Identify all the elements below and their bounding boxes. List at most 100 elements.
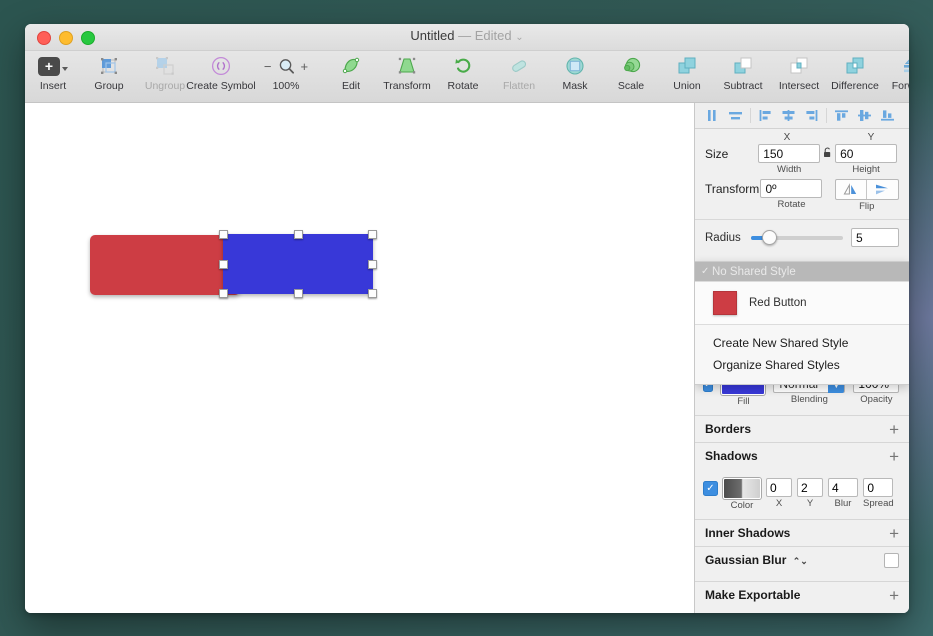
title-bar: Untitled — Edited ⌄	[25, 24, 909, 51]
inner-shadows-label: Inner Shadows	[705, 526, 791, 540]
flip-vertical-icon[interactable]	[867, 180, 898, 199]
radius-input[interactable]	[851, 228, 899, 247]
height-input[interactable]	[835, 144, 898, 163]
menu-item-create-new-shared-style[interactable]: Create New Shared Style	[695, 332, 909, 354]
main-toolbar: + Insert Group Ungroup Create Symbol − +…	[25, 51, 909, 103]
toolbar-item-insert[interactable]: + Insert	[25, 54, 81, 92]
toolbar-item-union[interactable]: Union	[659, 54, 715, 92]
toolbar-label-forward: Forward	[891, 80, 909, 92]
blending-label: Blending	[790, 394, 828, 405]
shadow-blur-input[interactable]	[828, 478, 858, 497]
toolbar-item-transform[interactable]: Transform	[379, 54, 435, 92]
shadow-y-input[interactable]	[797, 478, 823, 497]
canvas-area[interactable]	[25, 103, 694, 613]
align-center-h-button[interactable]	[724, 105, 747, 126]
borders-section-header[interactable]: Borders +	[695, 415, 909, 442]
radius-slider[interactable]	[751, 229, 843, 247]
edited-status: Edited	[474, 28, 512, 43]
toolbar-item-forward[interactable]: Forward	[883, 54, 909, 92]
toolbar-item-ungroup[interactable]: Ungroup	[137, 54, 193, 92]
align-top-button[interactable]	[830, 105, 853, 126]
shadow-spread-input[interactable]	[863, 478, 894, 497]
shared-style-selected-item[interactable]: ✓ No Shared Style	[695, 262, 909, 281]
radius-slider-knob[interactable]	[762, 230, 778, 245]
handle-bottom-left[interactable]	[219, 289, 228, 298]
divider	[695, 219, 909, 220]
toolbar-item-rotate[interactable]: Rotate	[435, 54, 491, 92]
flatten-icon	[507, 54, 531, 78]
gaussian-blur-label: Gaussian Blur	[705, 553, 787, 567]
handle-bottom-right[interactable]	[368, 289, 377, 298]
shadow-color-well[interactable]	[723, 478, 761, 499]
height-label: Height	[852, 164, 880, 175]
toolbar-divider	[750, 108, 751, 123]
shadows-section-header[interactable]: Shadows +	[695, 442, 909, 469]
distribute-center-button[interactable]	[777, 105, 800, 126]
title-chevron-down-icon[interactable]: ⌄	[515, 32, 523, 43]
magnifier-icon: − +	[264, 54, 308, 78]
toolbar-item-flatten[interactable]: Flatten	[491, 54, 547, 92]
fill-label: Fill	[737, 396, 750, 407]
add-border-button[interactable]: +	[889, 421, 899, 438]
mask-icon	[563, 54, 587, 78]
symbol-icon	[209, 54, 233, 78]
size-label: Size	[705, 147, 729, 161]
rotate-icon	[451, 54, 475, 78]
handle-top-center[interactable]	[294, 230, 303, 239]
toolbar-item-edit[interactable]: Edit	[323, 54, 379, 92]
shadow-x-input[interactable]	[766, 478, 792, 497]
align-bottom-button[interactable]	[876, 105, 899, 126]
proportion-lock-icon[interactable]	[822, 144, 833, 158]
shared-style-item-red-button[interactable]: Red Button	[695, 282, 909, 324]
handle-top-right[interactable]	[368, 230, 377, 239]
align-middle-button[interactable]	[853, 105, 876, 126]
toolbar-item-intersect[interactable]: Intersect	[771, 54, 827, 92]
zoom-in-button[interactable]: +	[301, 59, 309, 74]
toolbar-label-rotate: Rotate	[447, 80, 479, 92]
shadow-enabled-checkbox[interactable]: ✓	[703, 481, 718, 496]
make-exportable-section-header[interactable]: Make Exportable +	[695, 581, 909, 608]
shadow-y-label: Y	[806, 498, 814, 509]
handle-top-left[interactable]	[219, 230, 228, 239]
toolbar-label-subtract: Subtract	[723, 80, 763, 92]
zoom-out-button[interactable]: −	[264, 59, 272, 74]
distribute-left-button[interactable]	[754, 105, 777, 126]
title-dash: —	[458, 28, 472, 43]
toolbar-label-flatten: Flatten	[502, 80, 536, 92]
blur-type-chevron-icon[interactable]: ⌃⌄	[793, 556, 808, 566]
gaussian-blur-section-header[interactable]: Gaussian Blur ⌃⌄	[695, 546, 909, 573]
add-inner-shadow-button[interactable]: +	[889, 525, 899, 542]
shared-style-dropdown: ✓ No Shared Style Red Button Create New …	[695, 261, 909, 385]
toolbar-item-mask[interactable]: Mask	[547, 54, 603, 92]
rotate-input[interactable]	[760, 179, 823, 198]
toolbar-item-create-symbol[interactable]: Create Symbol	[186, 54, 256, 92]
toolbar-item-zoom[interactable]: − + 100%	[249, 54, 323, 93]
flip-horizontal-icon[interactable]	[836, 180, 867, 199]
align-left-button[interactable]	[701, 105, 724, 126]
add-export-button[interactable]: +	[889, 587, 899, 604]
inner-shadows-section-header[interactable]: Inner Shadows +	[695, 519, 909, 546]
red-rectangle[interactable]	[90, 235, 240, 295]
forward-icon	[899, 54, 909, 78]
distribute-right-button[interactable]	[800, 105, 823, 126]
transform-row: Transform Rotate	[705, 179, 899, 212]
add-shadow-button[interactable]: +	[889, 448, 899, 465]
gaussian-blur-checkbox[interactable]	[884, 552, 899, 568]
selection-handles	[219, 230, 377, 298]
handle-middle-right[interactable]	[368, 260, 377, 269]
toolbar-item-subtract[interactable]: Subtract	[715, 54, 771, 92]
toolbar-item-scale[interactable]: Scale	[603, 54, 659, 92]
shadow-blur-label: Blur	[834, 498, 852, 509]
toolbar-item-group[interactable]: Group	[81, 54, 137, 92]
shadow-row: ✓ Color X Y Blur	[695, 469, 909, 511]
menu-item-organize-shared-styles[interactable]: Organize Shared Styles	[695, 354, 909, 376]
toolbar-item-difference[interactable]: Difference	[827, 54, 883, 92]
ungroup-icon	[153, 54, 177, 78]
style-color-swatch	[713, 291, 737, 315]
axis-label-row: X Y	[695, 132, 909, 143]
flip-buttons	[834, 179, 899, 200]
width-input[interactable]	[758, 144, 821, 163]
plus-square-icon: +	[38, 54, 68, 78]
handle-bottom-center[interactable]	[294, 289, 303, 298]
handle-middle-left[interactable]	[219, 260, 228, 269]
